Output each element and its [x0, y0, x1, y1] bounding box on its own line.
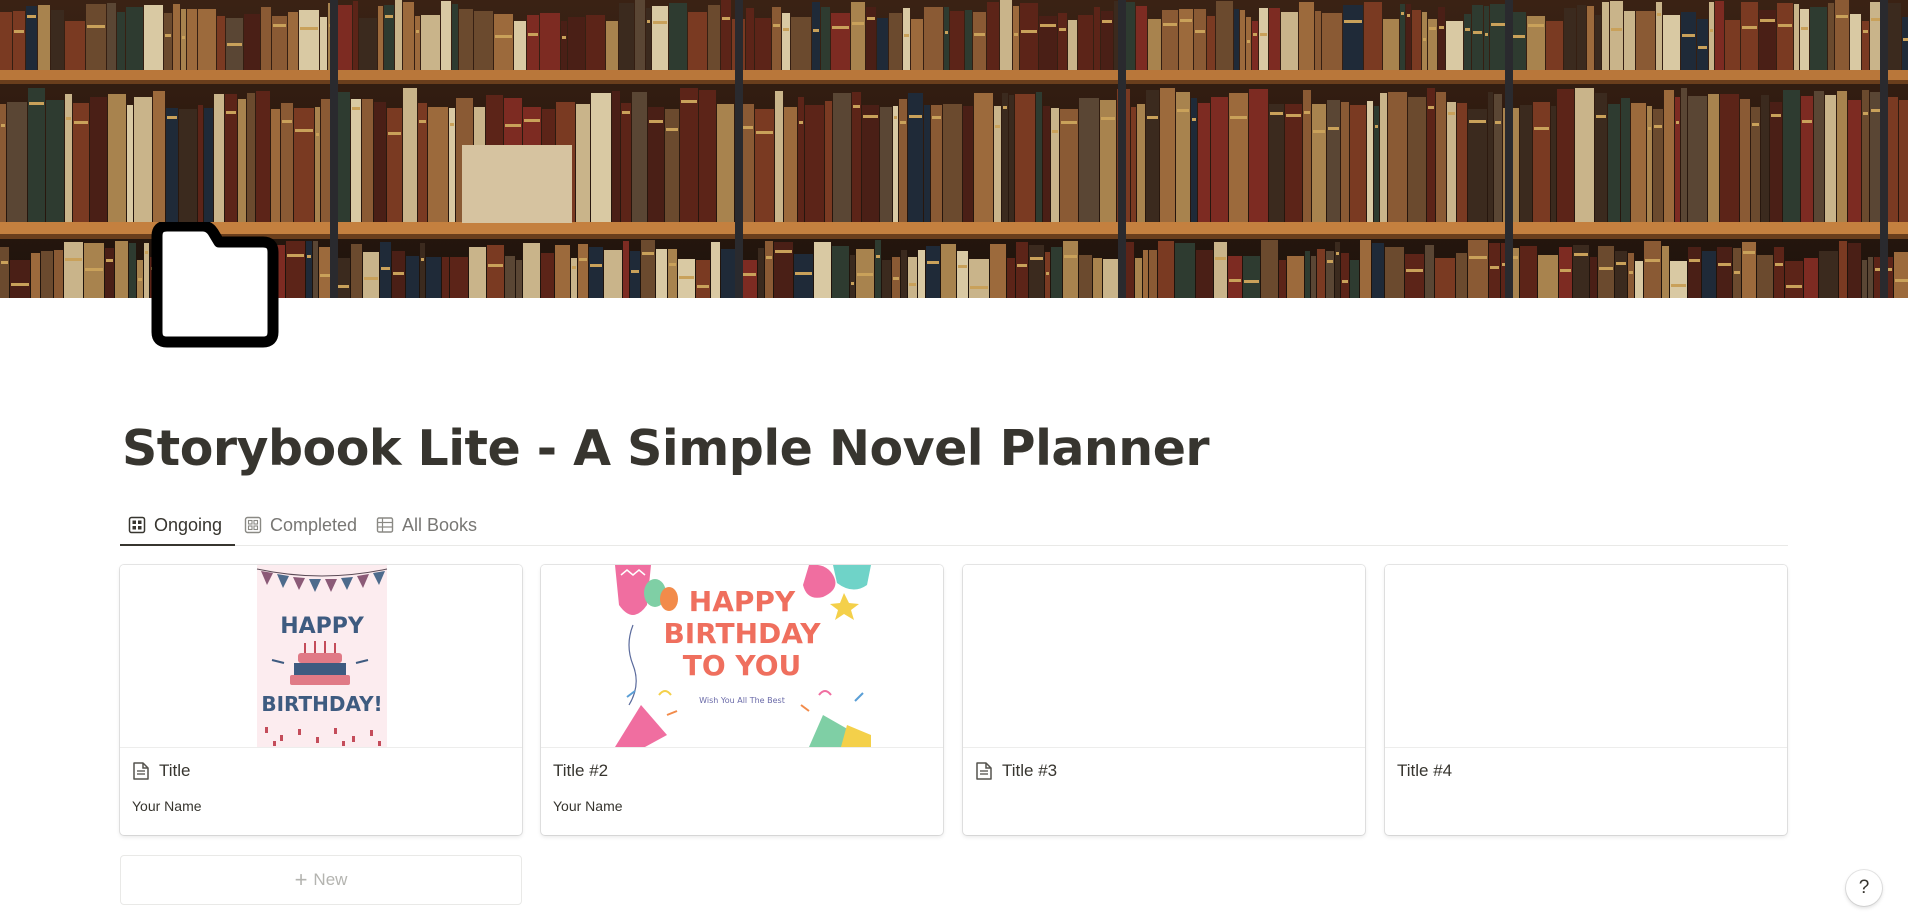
tab-all-books[interactable]: All Books	[376, 505, 477, 545]
help-icon: ?	[1858, 877, 1870, 898]
cover-text: HAPPY	[689, 585, 796, 618]
tab-label: Completed	[270, 514, 358, 535]
card-title: Title #4	[1397, 761, 1452, 781]
card-title-text: Title	[159, 761, 191, 780]
card-title: Title #2	[553, 761, 608, 781]
cover-text: TO YOU	[683, 649, 801, 682]
new-card-button[interactable]: + New	[120, 855, 522, 905]
gallery-view-icon	[244, 516, 262, 534]
cover-text: BIRTHDAY	[663, 617, 821, 650]
new-button-label: New	[313, 870, 348, 889]
card-author: Your Name	[132, 798, 202, 814]
tab-label: Ongoing	[154, 514, 223, 535]
card-cover-preview: HAPPY BIRTHDAY!	[120, 565, 522, 748]
gallery-card[interactable]: HAPPY BIRTHDAY! Title Your Name	[120, 565, 522, 835]
card-title-text: Title #3	[1002, 761, 1058, 780]
cover-text: HAPPY	[280, 614, 365, 639]
card-title: Title #3	[975, 761, 1057, 781]
card-title-text: Title #2	[553, 761, 609, 780]
card-cover-preview	[963, 565, 1365, 748]
page-title: Storybook Lite - A Simple Novel Planner	[122, 420, 1210, 477]
card-title: Title	[132, 761, 191, 781]
folder-icon[interactable]	[145, 220, 279, 352]
page-doc-icon	[133, 762, 149, 780]
page-doc-icon	[976, 762, 992, 780]
cover-text: BIRTHDAY!	[261, 692, 382, 716]
view-tabs: Ongoing Completed All Books	[120, 505, 1788, 546]
gallery-card[interactable]: HAPPY BIRTHDAY TO YOU Wish You All The B…	[541, 565, 943, 835]
card-title-text: Title #4	[1397, 761, 1453, 780]
tab-label: All Books	[402, 514, 478, 535]
gallery-view-icon	[128, 516, 146, 534]
happy-birthday-cake-card: HAPPY BIRTHDAY!	[256, 565, 388, 747]
cover-image	[0, 0, 1908, 298]
tab-ongoing[interactable]: Ongoing	[120, 505, 235, 546]
tab-completed[interactable]: Completed	[244, 505, 357, 545]
card-cover-preview	[1385, 565, 1787, 748]
help-button[interactable]: ?	[1846, 870, 1882, 906]
card-cover-preview: HAPPY BIRTHDAY TO YOU Wish You All The B…	[541, 565, 943, 748]
gallery-card[interactable]: Title #4	[1385, 565, 1787, 835]
cover-text: Wish You All The Best	[699, 696, 785, 705]
happy-birthday-to-you-card: HAPPY BIRTHDAY TO YOU Wish You All The B…	[613, 565, 871, 747]
card-author: Your Name	[553, 798, 623, 814]
plus-icon: +	[294, 867, 308, 892]
gallery-card[interactable]: Title #3	[963, 565, 1365, 835]
bookshelf-cover-art	[0, 0, 1908, 298]
table-view-icon	[376, 516, 394, 534]
